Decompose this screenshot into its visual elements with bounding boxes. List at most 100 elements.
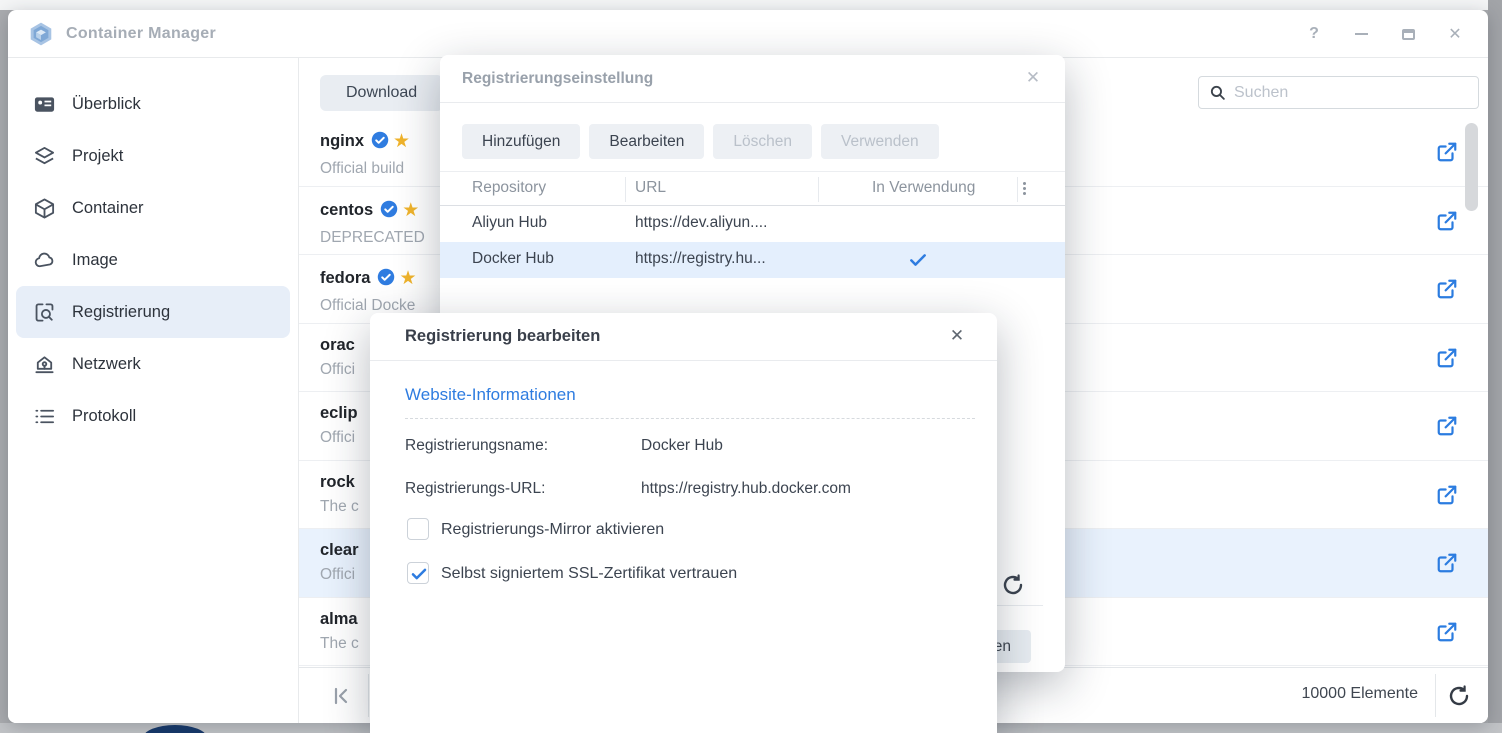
external-link-icon[interactable] [1436,278,1458,300]
verified-badge-icon [371,131,389,154]
cell-repository: Docker Hub [472,250,554,268]
external-link-icon[interactable] [1436,415,1458,437]
star-icon: ★ [402,200,419,221]
element-count: 10000 Elemente [1301,685,1418,703]
verified-badge-icon [377,268,395,291]
use-registry-button[interactable]: Verwenden [821,124,939,159]
download-button[interactable]: Download [320,75,443,111]
maximize-icon [1402,29,1415,40]
dialog-titlebar: Registrierungseinstellung ✕ [440,55,1065,103]
search-box [1198,76,1479,109]
add-registry-button[interactable]: Hinzufügen [462,124,580,159]
trust-ssl-checkbox-label: Selbst signiertem SSL-Zertifikat vertrau… [441,565,737,583]
dialog-title: Registrierungseinstellung [462,70,653,88]
repo-name: fedora [320,269,370,287]
table-refresh-icon[interactable] [1001,573,1025,597]
edit-registry-dialog: Registrierung bearbeiten ✕ Website-Infor… [370,313,997,733]
column-divider [818,177,819,202]
external-link-icon[interactable] [1436,484,1458,506]
container-manager-logo-icon [28,21,54,47]
verified-badge-icon [380,200,398,223]
first-page-icon[interactable] [329,684,353,708]
repo-name: nginx [320,132,364,150]
desktop-background-right [1488,0,1502,733]
section-title: Website-Informationen [405,385,576,405]
sidebar-item-projekt[interactable]: Projekt [16,130,290,182]
column-divider [625,177,626,202]
mirror-checkbox[interactable] [407,518,429,540]
window-controls: ? ✕ [1305,10,1464,58]
delete-registry-button[interactable]: Löschen [713,124,812,159]
sidebar-item-label: Image [72,251,118,270]
sidebar-item-label: Registrierung [72,303,170,322]
sidebar-item-netzwerk[interactable]: Netzwerk [16,338,290,390]
column-header-repository: Repository [472,179,546,197]
sidebar-item-label: Protokoll [72,407,136,426]
registry-table-header: Repository URL In Verwendung [440,171,1065,206]
dialog-toolbar: Hinzufügen Bearbeiten Löschen Verwenden [462,124,939,159]
sidebar-item-protokoll[interactable]: Protokoll [16,390,290,442]
edit-registry-button[interactable]: Bearbeiten [589,124,704,159]
repo-name: centos [320,201,373,219]
external-link-icon[interactable] [1436,552,1458,574]
network-icon [33,353,56,376]
help-button[interactable]: ? [1305,25,1323,43]
registry-icon [33,301,56,324]
search-input[interactable] [1234,84,1478,102]
repo-name: rock [320,473,355,491]
close-dialog-icon[interactable]: ✕ [947,326,967,346]
window-header: Container Manager ? ✕ [8,10,1488,58]
external-link-icon[interactable] [1436,210,1458,232]
minimize-icon [1355,33,1368,35]
external-link-icon[interactable] [1436,141,1458,163]
trust-ssl-checkbox[interactable] [407,562,429,584]
repo-name: alma [320,610,358,628]
sidebar-item-image[interactable]: Image [16,234,290,286]
cell-url: https://dev.aliyun.... [635,214,767,232]
registry-url-value: https://registry.hub.docker.com [641,480,851,498]
container-cube-icon [33,197,56,220]
overview-icon [33,93,56,116]
footer-divider [368,674,369,717]
star-icon: ★ [399,268,416,289]
log-list-icon [33,405,56,428]
section-divider [405,418,975,419]
close-window-button[interactable]: ✕ [1446,25,1464,43]
maximize-button[interactable] [1399,25,1417,43]
search-icon [1209,84,1226,101]
sidebar-item-label: Netzwerk [72,355,141,374]
close-dialog-icon[interactable]: ✕ [1023,68,1043,88]
dialog-title: Registrierung bearbeiten [405,327,600,346]
image-cloud-icon [33,249,56,272]
list-scrollbar-thumb[interactable] [1465,123,1478,211]
external-link-icon[interactable] [1436,347,1458,369]
refresh-icon[interactable] [1447,684,1471,708]
sidebar: Überblick Projekt Container Image [8,58,299,723]
sidebar-item-label: Container [72,199,144,218]
column-settings-icon[interactable] [1023,180,1027,197]
sidebar-item-registrierung[interactable]: Registrierung [16,286,290,338]
sidebar-item-ueberblick[interactable]: Überblick [16,78,290,130]
sidebar-item-label: Projekt [72,147,123,166]
in-use-check-icon [908,250,928,270]
cell-url: https://registry.hu... [635,250,766,268]
sidebar-item-container[interactable]: Container [16,182,290,234]
registry-url-label: Registrierungs-URL: [405,480,545,498]
column-header-url: URL [635,179,666,197]
external-link-icon[interactable] [1436,621,1458,643]
minimize-button[interactable] [1352,25,1370,43]
column-header-in-use: In Verwendung [872,179,975,197]
dialog-titlebar: Registrierung bearbeiten ✕ [370,313,997,361]
project-icon [33,145,56,168]
cell-repository: Aliyun Hub [472,214,547,232]
footer-divider [1435,674,1436,717]
star-icon: ★ [393,131,410,152]
mirror-checkbox-label: Registrierungs-Mirror aktivieren [441,521,664,539]
sidebar-item-label: Überblick [72,95,141,114]
window-title: Container Manager [66,25,216,43]
repo-name: eclip [320,404,358,422]
repo-name: orac [320,336,355,354]
table-row-aliyun-hub[interactable]: Aliyun Hub https://dev.aliyun.... [440,206,1065,242]
repo-name: clear [320,541,359,559]
table-row-docker-hub[interactable]: Docker Hub https://registry.hu... [440,242,1065,278]
